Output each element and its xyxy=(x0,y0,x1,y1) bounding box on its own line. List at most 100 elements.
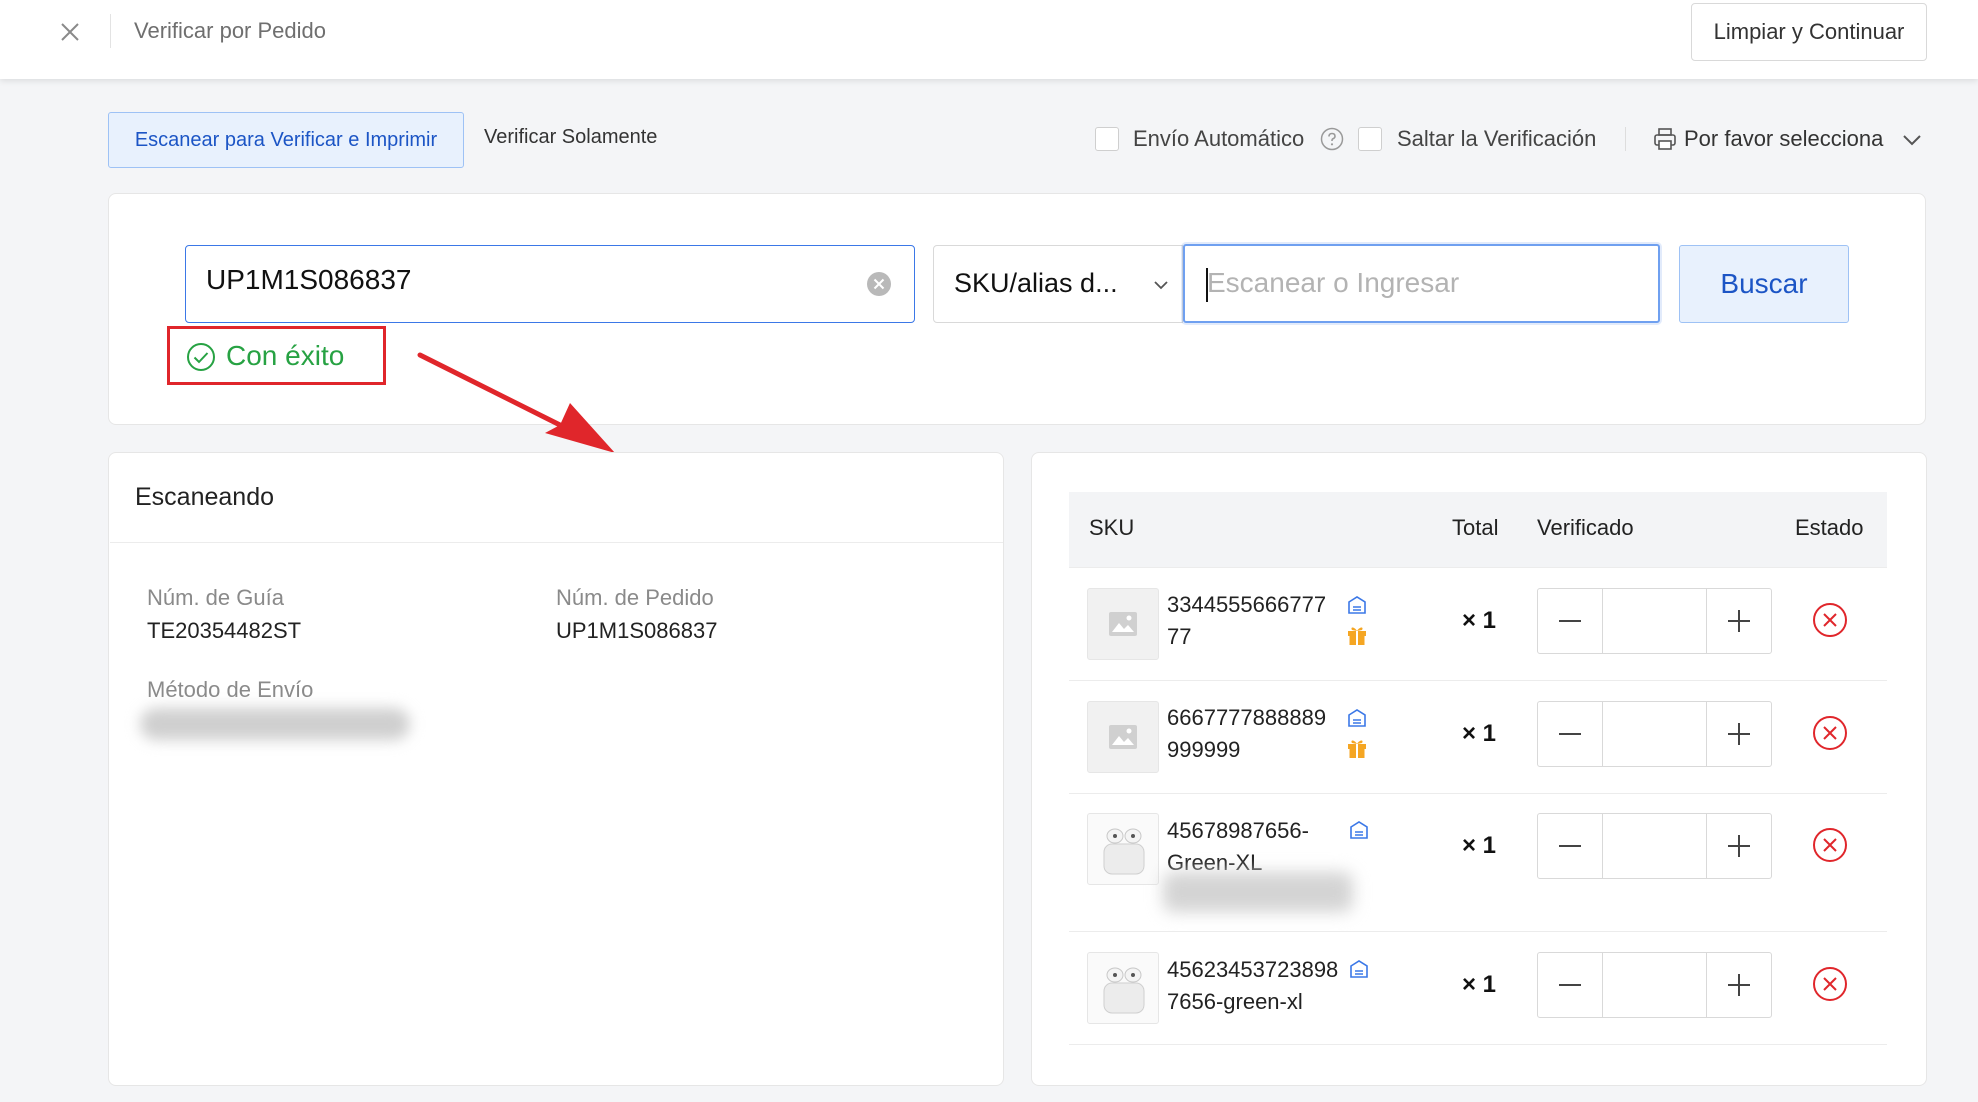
scanning-title: Escaneando xyxy=(135,483,275,511)
redacted-text xyxy=(1163,872,1353,912)
plus-icon xyxy=(1728,974,1750,996)
decrement-button[interactable] xyxy=(1538,589,1603,653)
column-header-sku: SKU xyxy=(1089,515,1135,540)
warehouse-icon xyxy=(1350,821,1368,839)
total-quantity: × 1 xyxy=(1462,971,1497,998)
plus-icon xyxy=(1728,835,1750,857)
chevron-down-icon[interactable] xyxy=(1900,128,1924,152)
search-field-select[interactable]: SKU/alias d... xyxy=(933,245,1183,323)
product-image-placeholder xyxy=(1087,588,1159,660)
minus-icon xyxy=(1559,984,1581,986)
scanning-panel xyxy=(108,452,1004,1086)
plus-icon xyxy=(1728,610,1750,632)
divider xyxy=(1069,680,1887,681)
order-number-value: UP1M1S086837 xyxy=(206,264,412,295)
increment-button[interactable] xyxy=(1706,589,1771,653)
order-number-value: UP1M1S086837 xyxy=(556,618,718,643)
search-field-select-value: SKU/alias d... xyxy=(954,268,1118,298)
close-icon xyxy=(61,23,79,41)
total-quantity: × 1 xyxy=(1462,720,1497,747)
order-number-label: Núm. de Pedido xyxy=(556,585,714,610)
skip-verify-checkbox[interactable] xyxy=(1358,127,1382,151)
earbuds-image-icon xyxy=(1103,967,1145,1014)
sku-code-cont: 7656-green-xl xyxy=(1167,989,1303,1014)
scan-input[interactable]: Escanear o Ingresar xyxy=(1183,244,1660,323)
minus-icon xyxy=(1559,620,1581,622)
divider xyxy=(110,14,111,48)
decrement-button[interactable] xyxy=(1538,702,1603,766)
increment-button[interactable] xyxy=(1706,702,1771,766)
warehouse-icon xyxy=(1348,709,1366,727)
column-header-total: Total xyxy=(1452,515,1499,540)
tracking-number-label: Núm. de Guía xyxy=(147,585,284,610)
total-quantity: × 1 xyxy=(1462,607,1497,634)
divider xyxy=(1069,931,1887,932)
minus-icon xyxy=(1559,733,1581,735)
quantity-stepper xyxy=(1537,588,1772,654)
tab-scan-verify-print[interactable]: Escanear para Verificar e Imprimir xyxy=(108,112,464,168)
scan-input-placeholder: Escanear o Ingresar xyxy=(1207,267,1460,298)
divider xyxy=(1069,567,1887,568)
decrement-button[interactable] xyxy=(1538,814,1603,878)
help-icon[interactable] xyxy=(1320,127,1344,151)
order-number-input[interactable]: UP1M1S086837 xyxy=(185,245,915,323)
check-circle-icon xyxy=(187,343,215,371)
annotation-arrow xyxy=(417,352,615,453)
image-placeholder-icon xyxy=(1109,612,1137,636)
chevron-down-icon xyxy=(1154,281,1168,290)
sku-code-cont: 77 xyxy=(1167,624,1192,649)
verified-quantity-input[interactable] xyxy=(1603,702,1707,766)
column-header-status: Estado xyxy=(1795,515,1864,540)
tab-verify-only[interactable]: Verificar Solamente xyxy=(484,126,657,149)
plus-icon xyxy=(1728,723,1750,745)
printer-icon xyxy=(1654,128,1676,150)
divider xyxy=(1069,793,1887,794)
image-placeholder-icon xyxy=(1109,725,1137,749)
clear-input-icon[interactable] xyxy=(866,271,892,297)
quantity-stepper xyxy=(1537,813,1772,879)
auto-ship-checkbox[interactable] xyxy=(1095,127,1119,151)
sku-code: 3344555666777 xyxy=(1167,592,1327,617)
product-image-placeholder xyxy=(1087,701,1159,773)
error-status-icon[interactable] xyxy=(1812,966,1848,1002)
error-status-icon[interactable] xyxy=(1812,715,1848,751)
clear-and-continue-button[interactable]: Limpiar y Continuar xyxy=(1691,3,1927,61)
skip-verify-label: Saltar la Verificación xyxy=(1397,126,1597,151)
column-header-verified: Verificado xyxy=(1537,515,1634,540)
product-image xyxy=(1087,952,1159,1024)
sku-code: 45623453723898 xyxy=(1167,957,1339,982)
auto-ship-label: Envío Automático xyxy=(1133,126,1305,151)
verified-quantity-input[interactable] xyxy=(1603,953,1707,1017)
quantity-stepper xyxy=(1537,952,1772,1018)
shipping-method-label: Método de Envío xyxy=(147,677,314,702)
tracking-number-value: TE20354482ST xyxy=(147,618,302,643)
shipping-method-value-redacted xyxy=(140,708,410,740)
sku-code: 45678987656- xyxy=(1167,818,1309,843)
warehouse-icon xyxy=(1350,960,1368,978)
search-button[interactable]: Buscar xyxy=(1679,245,1849,323)
divider xyxy=(1069,1044,1887,1045)
top-bar: Verificar por Pedido Limpiar y Continuar xyxy=(0,0,1978,79)
warehouse-icon xyxy=(1348,596,1366,614)
close-button[interactable] xyxy=(50,14,90,50)
error-status-icon[interactable] xyxy=(1812,827,1848,863)
error-status-icon[interactable] xyxy=(1812,602,1848,638)
minus-icon xyxy=(1559,845,1581,847)
gift-icon xyxy=(1348,627,1366,645)
quantity-stepper xyxy=(1537,701,1772,767)
verified-quantity-input[interactable] xyxy=(1603,589,1707,653)
divider xyxy=(110,542,1003,543)
product-image xyxy=(1087,813,1159,885)
increment-button[interactable] xyxy=(1706,953,1771,1017)
verified-quantity-input[interactable] xyxy=(1603,814,1707,878)
increment-button[interactable] xyxy=(1706,814,1771,878)
success-message: Con éxito xyxy=(226,340,345,371)
gift-icon xyxy=(1348,740,1366,758)
sku-code: 6667777888889 xyxy=(1167,705,1327,730)
earbuds-image-icon xyxy=(1103,828,1145,875)
sku-code-cont: 999999 xyxy=(1167,737,1241,762)
printer-select[interactable]: Por favor selecciona xyxy=(1684,126,1883,152)
decrement-button[interactable] xyxy=(1538,953,1603,1017)
divider xyxy=(1625,127,1626,151)
page-title: Verificar por Pedido xyxy=(134,18,326,43)
